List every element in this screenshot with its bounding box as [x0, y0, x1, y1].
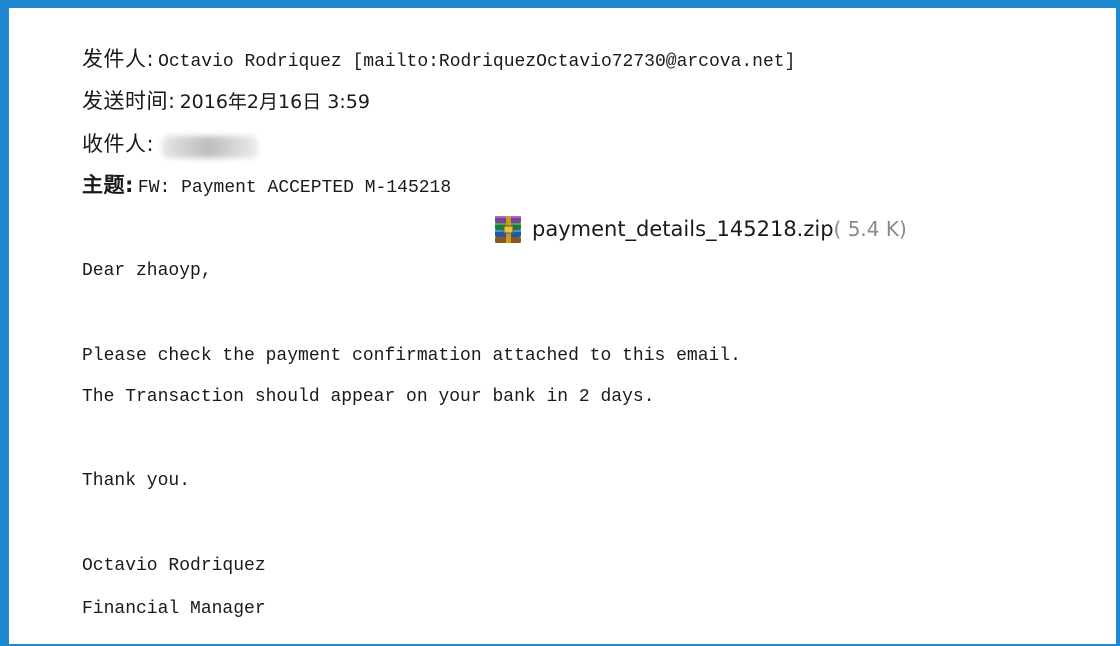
to-label: 收件人: — [82, 132, 155, 156]
sent-row: 发送时间: 2016年2月16日 3:59 — [82, 84, 370, 118]
attachment-size: ( 5.4 K) — [833, 217, 907, 241]
subject-row: 主题: FW: Payment ACCEPTED M-145218 — [82, 168, 451, 202]
body-line-1: Please check the payment confirmation at… — [82, 346, 741, 366]
from-row: 发件人: Octavio Rodriquez [mailto:Rodriquez… — [82, 42, 795, 76]
from-value[interactable]: Octavio Rodriquez [mailto:RodriquezOctav… — [158, 52, 795, 72]
greeting: Dear zhaoyp, — [82, 261, 212, 281]
sent-value: 2016年2月16日 3:59 — [179, 91, 370, 113]
closing: Thank you. — [82, 471, 191, 491]
subject-label: 主题: — [82, 173, 134, 197]
subject-value: FW: Payment ACCEPTED M-145218 — [137, 178, 452, 198]
sent-label: 发送时间: — [82, 89, 176, 113]
signature-name: Octavio Rodriquez — [82, 556, 266, 576]
redacted-recipient — [162, 136, 259, 159]
to-row: 收件人: — [82, 127, 259, 161]
body-line-2: The Transaction should appear on your ba… — [82, 387, 655, 407]
email-message: 发件人: Octavio Rodriquez [mailto:Rodriquez… — [0, 0, 1120, 646]
from-label: 发件人: — [82, 47, 155, 71]
winrar-archive-icon — [495, 216, 521, 243]
attachment[interactable]: payment_details_145218.zip ( 5.4 K) — [492, 212, 907, 246]
signature-title: Financial Manager — [82, 599, 266, 619]
attachment-filename[interactable]: payment_details_145218.zip — [532, 212, 834, 246]
